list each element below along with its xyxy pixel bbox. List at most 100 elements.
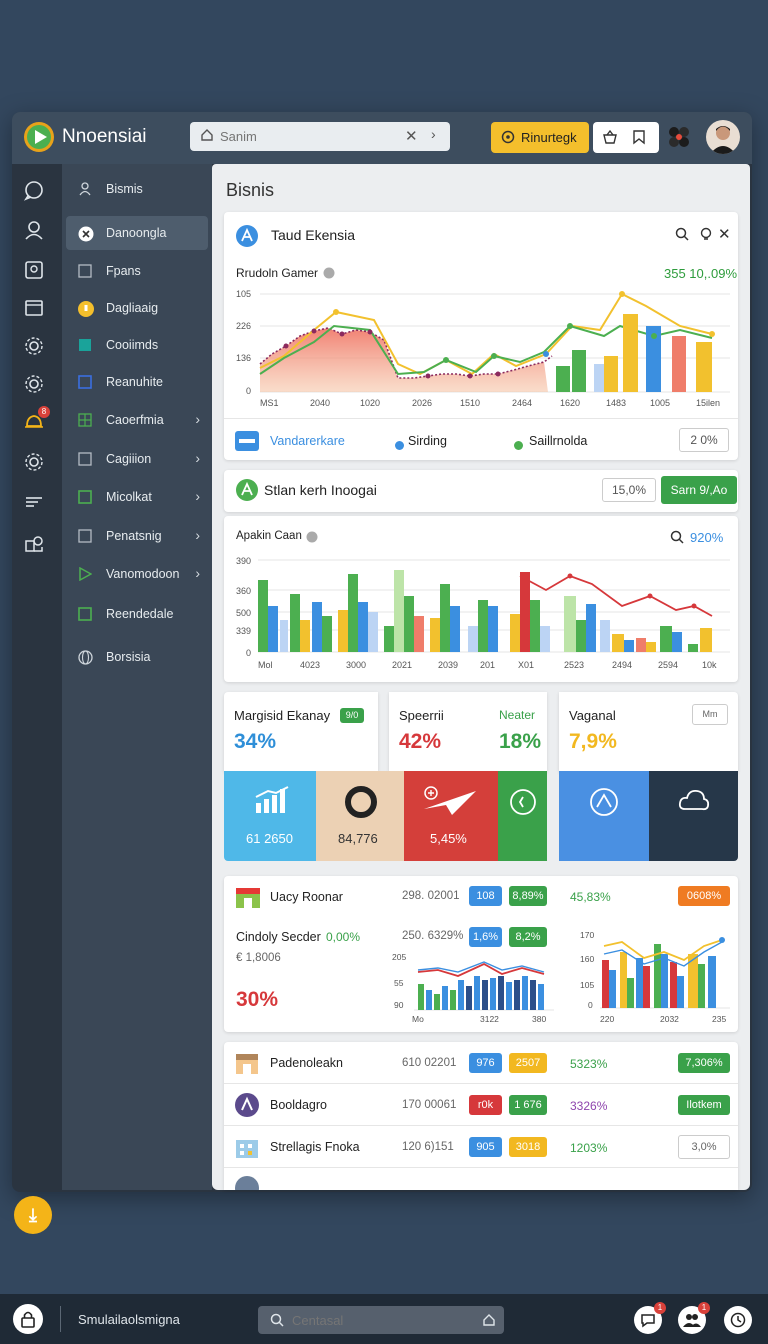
bottom-search-input[interactable] [292, 1310, 462, 1330]
sidebar-item-cagiiion[interactable]: Cagiiion › [66, 442, 208, 476]
search-icon[interactable] [675, 227, 689, 246]
sidebar-item-vanomodoon[interactable]: Vanomodoon › [66, 557, 208, 591]
lock-button[interactable] [13, 1304, 43, 1334]
sidebar-item-reanuhite[interactable]: Reanuhite [66, 365, 208, 399]
clock-icon [730, 1312, 746, 1328]
gear-icon[interactable] [22, 372, 46, 396]
sub-badge: 0,00% [326, 930, 361, 944]
tool-button-group [593, 122, 659, 153]
x-tick: 380 [532, 1014, 546, 1024]
chevron-right-icon[interactable]: › [431, 126, 436, 142]
sidebar-item-label: Micolkat [106, 490, 152, 504]
y-tick: 136 [236, 353, 251, 363]
percent-pill[interactable]: 15,0% [602, 478, 656, 502]
main-panel: Bisnis Taud Ekensia ✕ Rrudoln Gamer 355 … [212, 164, 750, 1190]
stat-tile-azure[interactable] [559, 771, 649, 861]
sidebar-item-reendedale[interactable]: Reendedale [66, 597, 208, 631]
list-item[interactable]: Strellagis Fnoka 120 6)151 905 3018 1203… [224, 1126, 738, 1168]
sidebar-item-micolkat[interactable]: Micolkat › [66, 480, 208, 514]
stat-label: Vaganal [569, 708, 616, 723]
row-number: 610 02201 [402, 1057, 457, 1069]
search-input[interactable] [220, 126, 390, 147]
x-tick: 2494 [612, 660, 632, 670]
sidebar-item-label: Danoongla [106, 226, 167, 240]
group-icon[interactable] [22, 532, 46, 556]
sidebar-item-bismis[interactable]: Bismis [66, 172, 208, 206]
search-bar[interactable]: ✕ › [190, 122, 450, 151]
bar-chart-card: Apakin Caan 920% 390 360 500 339 0 Mol 4… [224, 516, 738, 682]
list-item[interactable]: Booldagro 170 00061 r0k 1 676 3326% Ilot… [224, 1084, 738, 1126]
apps-cluster-icon[interactable] [666, 124, 692, 155]
search-icon[interactable] [670, 530, 684, 549]
row-name: Booldagro [270, 1098, 327, 1112]
section-title: Stlan kerh Inoogai [264, 482, 377, 498]
stat-tile-beige[interactable]: 84,776 [316, 771, 404, 861]
row-tag: r0k [469, 1095, 502, 1115]
chat-bubble-button[interactable]: 1 [634, 1302, 666, 1334]
stat-badge: 9/0 [340, 708, 364, 723]
cog-icon[interactable] [22, 450, 46, 474]
row-tag: 8,89% [509, 886, 547, 906]
chart-value: 920% [690, 530, 724, 545]
team-button[interactable]: 1 [678, 1302, 710, 1334]
stat-pill[interactable]: Mm [692, 704, 728, 725]
x-tick: 201 [480, 660, 495, 670]
primary-button[interactable]: Rinurtegk [491, 122, 589, 153]
users-icon[interactable] [22, 218, 46, 242]
basket-icon[interactable] [602, 129, 618, 150]
sidebar-item-borsisia[interactable]: Borsisia [66, 640, 208, 674]
bar-chart-icon [255, 786, 289, 813]
window-icon[interactable] [22, 296, 46, 320]
row-right-pill[interactable]: 3,0% [678, 1135, 730, 1159]
row-name[interactable]: Uacy Roonar [270, 890, 343, 904]
percent-pill[interactable]: 2 0% [679, 428, 729, 452]
square-icon [78, 452, 92, 466]
sidebar-item-fpans[interactable]: Fpans [66, 254, 208, 288]
sidebar-item-label: Reanuhite [106, 375, 163, 389]
chart-subtitle: Apakin Caan [236, 530, 302, 542]
card-link[interactable]: Vandarerkare [270, 434, 345, 448]
stat-value: 34% [234, 730, 277, 753]
clear-icon[interactable]: ✕ [405, 127, 418, 145]
user-avatar[interactable] [706, 120, 740, 154]
stat-tile-blue[interactable]: 61 2650 [224, 771, 316, 861]
y-tick: 0 [588, 1000, 593, 1010]
stat-extra-label: Neater [499, 708, 536, 722]
notification-icon[interactable]: 8 [22, 406, 50, 434]
send-arrow-icon [424, 786, 476, 815]
bookmark-icon[interactable] [631, 129, 647, 150]
action-fab[interactable]: ⤓ [14, 1196, 52, 1234]
home-icon[interactable] [482, 1313, 496, 1332]
clock-button[interactable] [724, 1306, 752, 1334]
row-tag: 2507 [509, 1053, 547, 1073]
stat-tile-green[interactable] [498, 771, 547, 861]
stat-label: Margisid Ekanay [234, 708, 331, 723]
sidebar-item-dagliaaig[interactable]: Dagliaaig [66, 291, 208, 325]
stat-tile-navy[interactable] [649, 771, 738, 861]
search-icon [270, 1313, 284, 1332]
y-tick: 160 [580, 954, 594, 964]
sidebar-item-caoerfmia[interactable]: Caoerfmia › [66, 403, 208, 437]
settings-icon[interactable] [22, 334, 46, 358]
sidebar-item-penatsnig[interactable]: Penatsnig › [66, 519, 208, 553]
image-icon[interactable] [22, 258, 46, 282]
y-tick: 205 [392, 952, 406, 962]
stat-extra-value: 18% [499, 730, 542, 753]
x-tick: Mol [258, 660, 273, 670]
stat-tile-red[interactable]: 5,45% [404, 771, 498, 861]
stat-value: 42% [399, 730, 442, 753]
action-button[interactable]: Sarn 9/,Ao [661, 476, 737, 504]
list-item[interactable]: Padenoleakn 610 02201 976 2507 5323% 7,3… [224, 1042, 738, 1084]
bottom-search[interactable] [258, 1306, 504, 1334]
sidebar-item-cooiimds[interactable]: Cooiimds [66, 328, 208, 362]
x-tick: 220 [600, 1014, 614, 1024]
row-name: Strellagis Fnoka [270, 1140, 360, 1154]
filter-icon[interactable] [22, 490, 46, 514]
lightbulb-icon[interactable] [699, 227, 713, 246]
page-title: Bisnis [226, 180, 275, 200]
row-tag: 1 676 [509, 1095, 547, 1115]
close-icon[interactable]: ✕ [718, 225, 731, 243]
chat-icon [641, 1314, 655, 1328]
sidebar-item-danoongla[interactable]: Danoongla [66, 216, 208, 250]
chat-icon[interactable] [22, 178, 46, 202]
